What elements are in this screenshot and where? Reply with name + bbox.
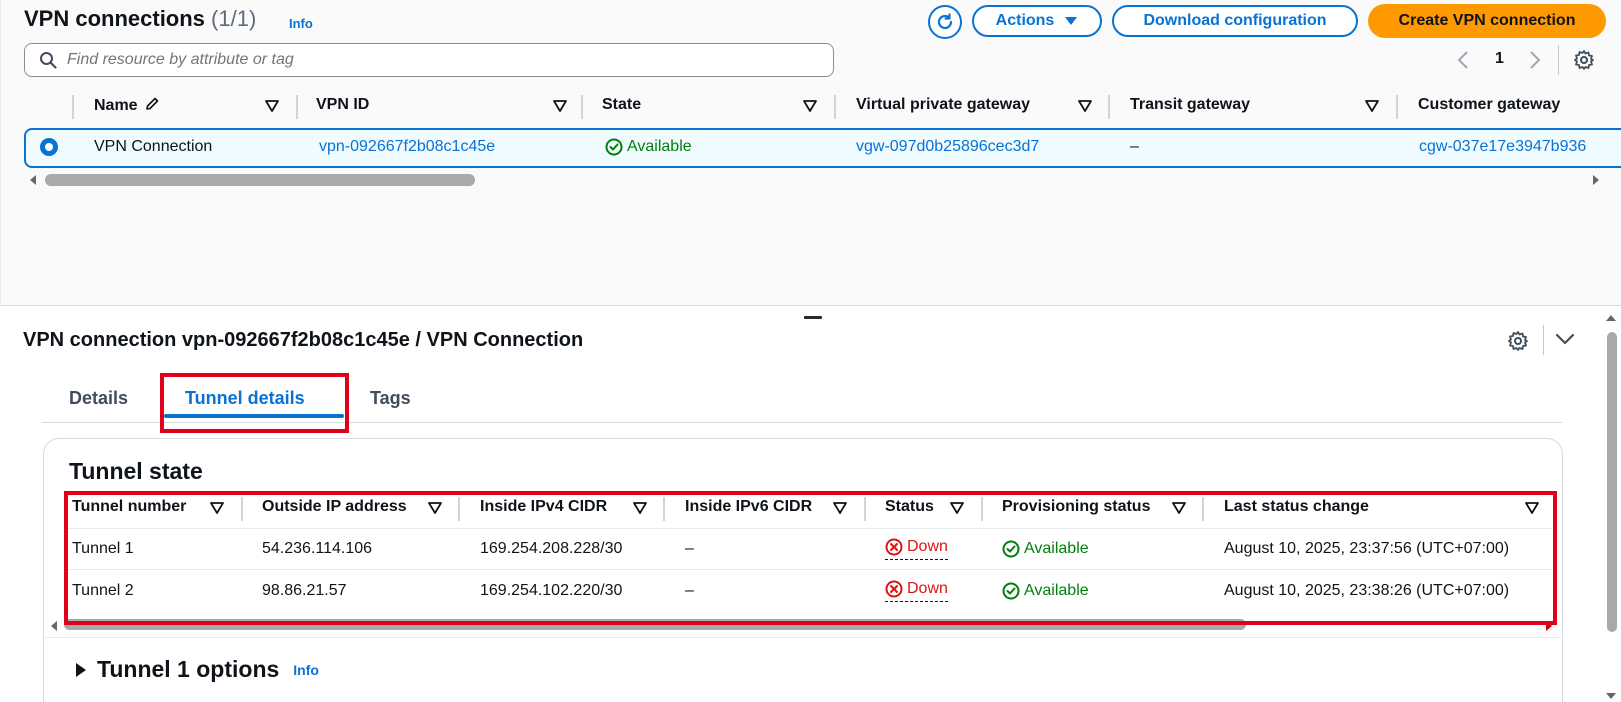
scroll-up-icon[interactable] bbox=[1605, 314, 1617, 322]
row-name: VPN Connection bbox=[94, 138, 213, 155]
page-title-text: VPN connections bbox=[24, 6, 205, 31]
vertical-scrollbar[interactable] bbox=[1607, 332, 1617, 632]
actions-button[interactable]: Actions bbox=[972, 5, 1102, 37]
column-header-name[interactable]: Name bbox=[94, 96, 160, 115]
sort-icon[interactable] bbox=[1078, 100, 1092, 112]
tab-tags[interactable]: Tags bbox=[370, 388, 411, 409]
detail-header-divider bbox=[1543, 325, 1544, 355]
detail-title: VPN connection vpn-092667f2b08c1c45e / V… bbox=[23, 329, 584, 351]
actions-label: Actions bbox=[995, 12, 1055, 29]
refresh-button[interactable] bbox=[928, 5, 962, 39]
column-divider bbox=[1396, 95, 1398, 119]
caret-right-icon bbox=[76, 662, 86, 677]
column-divider bbox=[834, 95, 836, 119]
vpn-id-link[interactable]: vpn-092667f2b08c1c45e bbox=[319, 138, 495, 156]
panel-resize-handle[interactable] bbox=[804, 316, 822, 319]
tunnel-1-options-title: Tunnel 1 options bbox=[97, 656, 280, 682]
state-badge: Available bbox=[605, 138, 692, 156]
refresh-icon bbox=[937, 13, 953, 30]
annotation-highlight-tab bbox=[160, 373, 349, 433]
gear-icon[interactable] bbox=[1507, 330, 1529, 352]
scroll-left-icon[interactable] bbox=[29, 174, 37, 186]
vpn-connections-panel: VPN connections (1/1) Info Actions Downl… bbox=[0, 0, 1621, 306]
radio-selected-icon[interactable] bbox=[39, 137, 59, 157]
pager-divider bbox=[1558, 45, 1559, 75]
chevron-down-icon[interactable] bbox=[1555, 332, 1575, 346]
pencil-icon bbox=[146, 97, 159, 110]
connection-count: (1/1) bbox=[211, 6, 257, 31]
table-row[interactable] bbox=[24, 128, 1621, 168]
caret-down-icon bbox=[1065, 17, 1078, 25]
gear-icon[interactable] bbox=[1573, 49, 1595, 71]
column-header-vpn-id[interactable]: VPN ID bbox=[316, 96, 369, 114]
page-title: VPN connections (1/1) bbox=[24, 6, 256, 32]
scroll-down-icon[interactable] bbox=[1605, 692, 1617, 700]
column-divider bbox=[1108, 95, 1110, 119]
next-page-icon[interactable] bbox=[1529, 50, 1541, 70]
page-number[interactable]: 1 bbox=[1495, 50, 1504, 68]
sort-icon[interactable] bbox=[265, 100, 279, 112]
scroll-left-icon[interactable] bbox=[50, 620, 58, 632]
column-header-virtual-private-gateway[interactable]: Virtual private gateway bbox=[856, 96, 1030, 114]
info-link[interactable]: Info bbox=[289, 16, 313, 31]
column-divider bbox=[296, 95, 298, 119]
info-link[interactable]: Info bbox=[293, 662, 319, 678]
previous-page-icon[interactable] bbox=[1457, 50, 1469, 70]
column-header-state[interactable]: State bbox=[602, 96, 641, 114]
horizontal-scrollbar[interactable] bbox=[45, 174, 475, 186]
sort-icon[interactable] bbox=[553, 100, 567, 112]
sort-icon[interactable] bbox=[803, 100, 817, 112]
vgw-link[interactable]: vgw-097d0b25896cec3d7 bbox=[856, 138, 1039, 156]
sort-icon[interactable] bbox=[1365, 100, 1379, 112]
tab-details[interactable]: Details bbox=[69, 388, 128, 409]
tunnel-state-title: Tunnel state bbox=[69, 458, 203, 484]
tunnel-1-options-expander[interactable]: Tunnel 1 options Info bbox=[75, 656, 319, 683]
search-icon bbox=[40, 52, 57, 69]
download-configuration-button[interactable]: Download configuration bbox=[1112, 5, 1358, 37]
column-header-transit-gateway[interactable]: Transit gateway bbox=[1130, 96, 1250, 114]
cgw-link[interactable]: cgw-037e17e3947b936 bbox=[1419, 138, 1604, 156]
scroll-right-icon[interactable] bbox=[1592, 174, 1600, 186]
column-divider bbox=[72, 95, 74, 119]
column-divider bbox=[581, 95, 583, 119]
search-field[interactable] bbox=[24, 43, 834, 77]
section-divider bbox=[43, 637, 1563, 638]
search-input[interactable] bbox=[67, 51, 767, 69]
annotation-highlight-table bbox=[64, 491, 1557, 625]
create-vpn-connection-button[interactable]: Create VPN connection bbox=[1368, 4, 1606, 38]
check-circle-icon bbox=[605, 138, 623, 156]
column-header-customer-gateway[interactable]: Customer gateway bbox=[1418, 96, 1560, 114]
transit-gateway-value: – bbox=[1130, 138, 1139, 155]
